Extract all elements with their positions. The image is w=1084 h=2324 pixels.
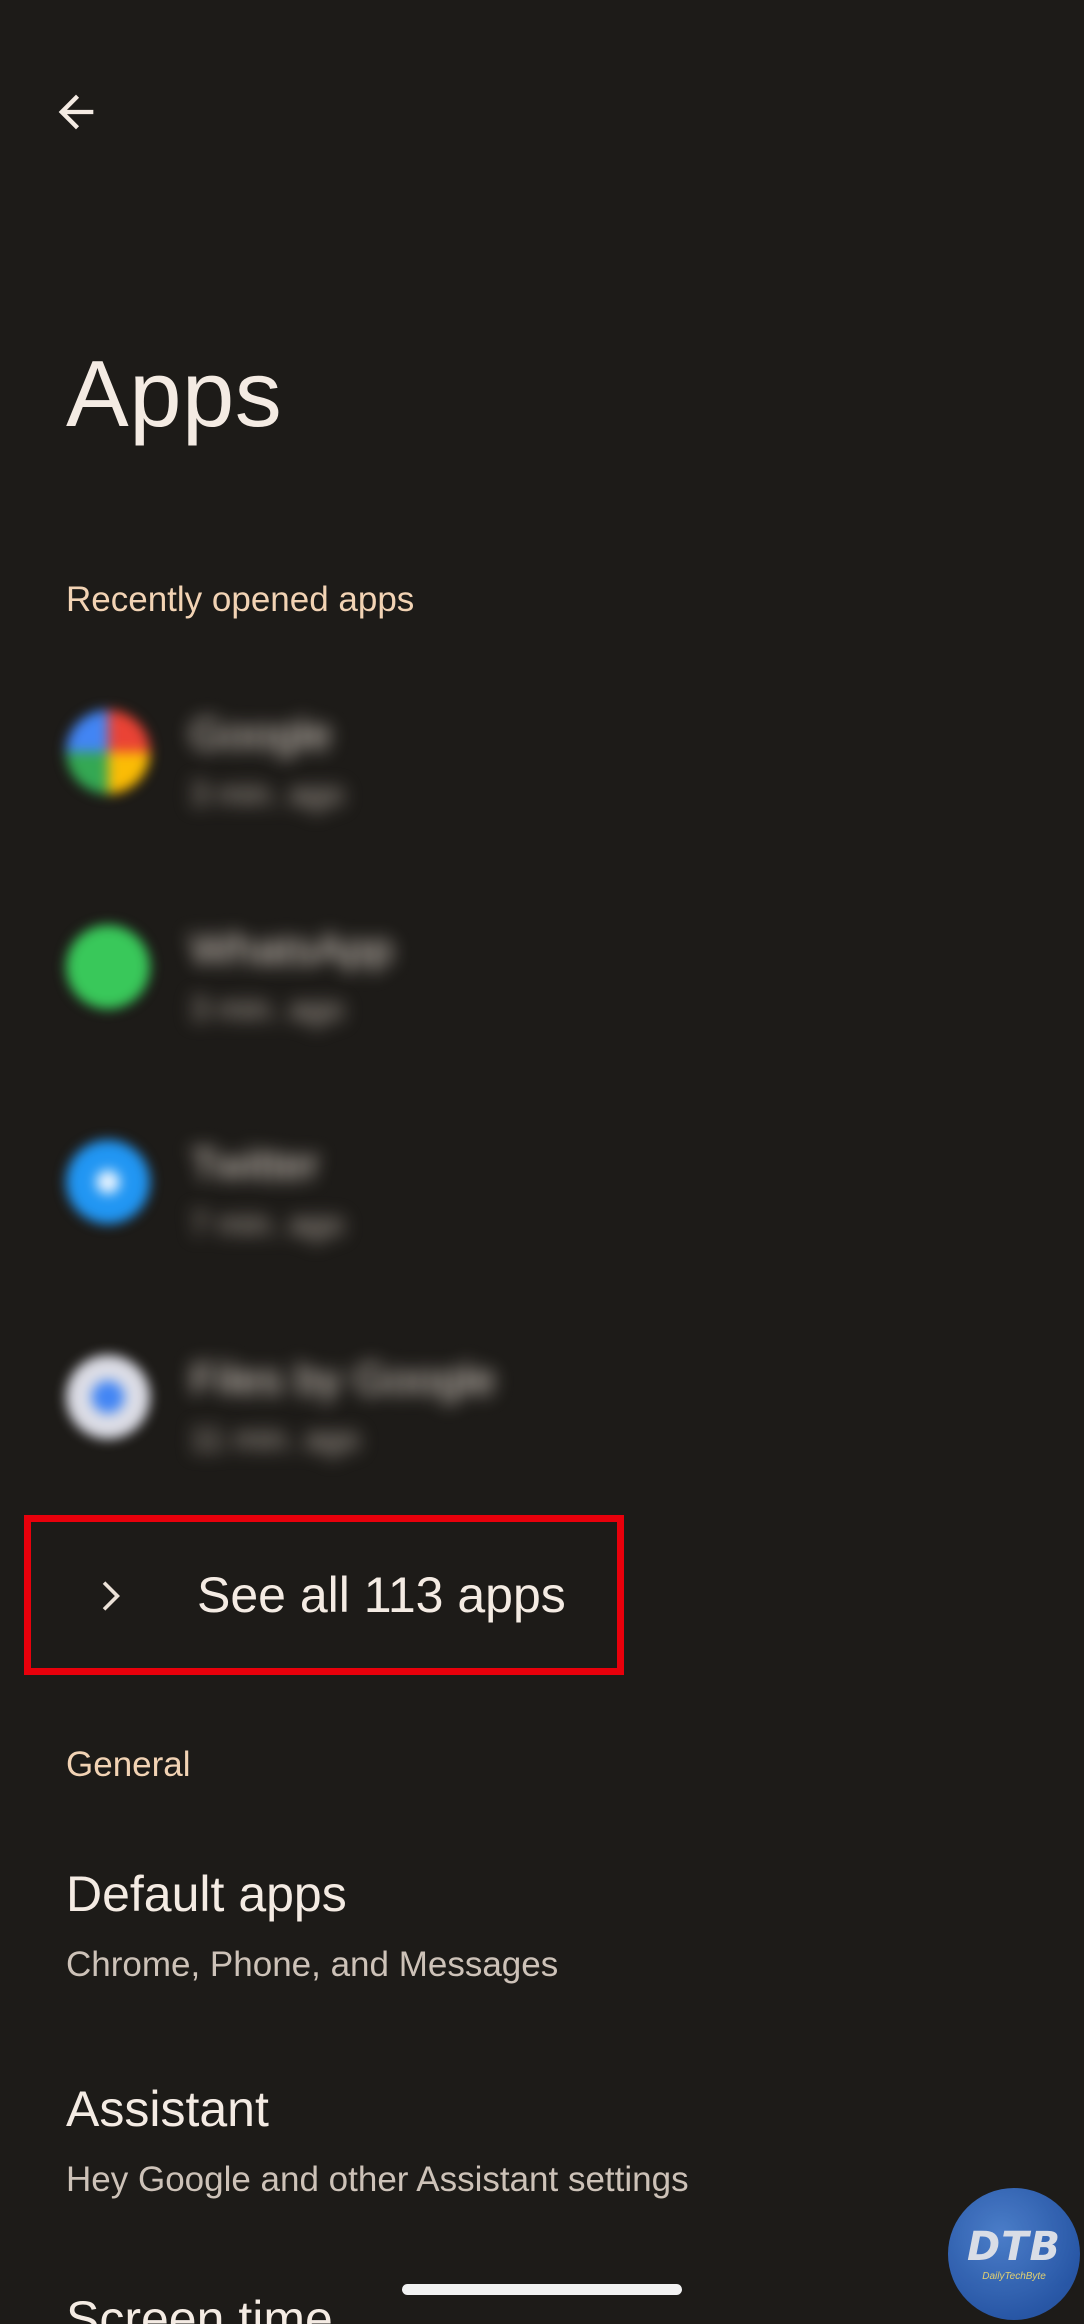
recent-app-row[interactable]: Files by Google 11 min. ago <box>66 1325 1026 1475</box>
chevron-right-icon <box>81 1568 137 1624</box>
general-section-header: General <box>66 1745 191 1784</box>
twitter-app-icon <box>66 1140 150 1224</box>
assistant-setting[interactable]: Assistant Hey Google and other Assistant… <box>66 2080 1026 2200</box>
app-name: Files by Google <box>190 1355 496 1404</box>
app-name: Twitter <box>190 1140 320 1189</box>
default-apps-setting[interactable]: Default apps Chrome, Phone, and Messages <box>66 1865 1026 1985</box>
files-app-icon <box>66 1355 150 1439</box>
watermark-text: DTB <box>967 2223 1061 2270</box>
recent-app-row[interactable]: WhatsApp 3 min. ago <box>66 895 1026 1045</box>
app-last-opened: 3 min. ago <box>190 775 345 812</box>
setting-title: Screen time <box>66 2291 333 2324</box>
app-last-opened: 11 min. ago <box>190 1420 360 1457</box>
see-all-apps-button[interactable]: See all 113 apps <box>24 1515 624 1675</box>
recent-app-row[interactable]: Google 3 min. ago <box>66 680 1026 830</box>
google-app-icon <box>66 710 150 794</box>
whatsapp-app-icon <box>66 925 150 1009</box>
page-title: Apps <box>66 341 283 446</box>
arrow-left-icon <box>58 94 94 130</box>
app-name: WhatsApp <box>190 925 393 974</box>
app-last-opened: 3 min. ago <box>190 990 345 1027</box>
recent-app-row[interactable]: Twitter 7 min. ago <box>66 1110 1026 1260</box>
setting-title: Default apps <box>66 1866 347 1922</box>
recent-apps-header: Recently opened apps <box>66 580 415 619</box>
setting-summary: Hey Google and other Assistant settings <box>66 2160 689 2199</box>
setting-summary: Chrome, Phone, and Messages <box>66 1945 559 1984</box>
gesture-nav-handle[interactable] <box>402 2284 682 2295</box>
apps-settings-screen: Apps Recently opened apps Google 3 min. … <box>0 0 1084 2324</box>
app-last-opened: 7 min. ago <box>190 1205 345 1242</box>
screen-time-setting[interactable]: Screen time <box>66 2290 1026 2324</box>
watermark-subtext: DailyTechByte <box>982 2270 1046 2282</box>
setting-title: Assistant <box>66 2081 269 2137</box>
see-all-apps-label: See all 113 apps <box>197 1567 566 1623</box>
dtb-watermark-logo: DTB DailyTechByte <box>948 2188 1080 2320</box>
back-button[interactable] <box>36 72 116 152</box>
app-name: Google <box>190 710 332 759</box>
